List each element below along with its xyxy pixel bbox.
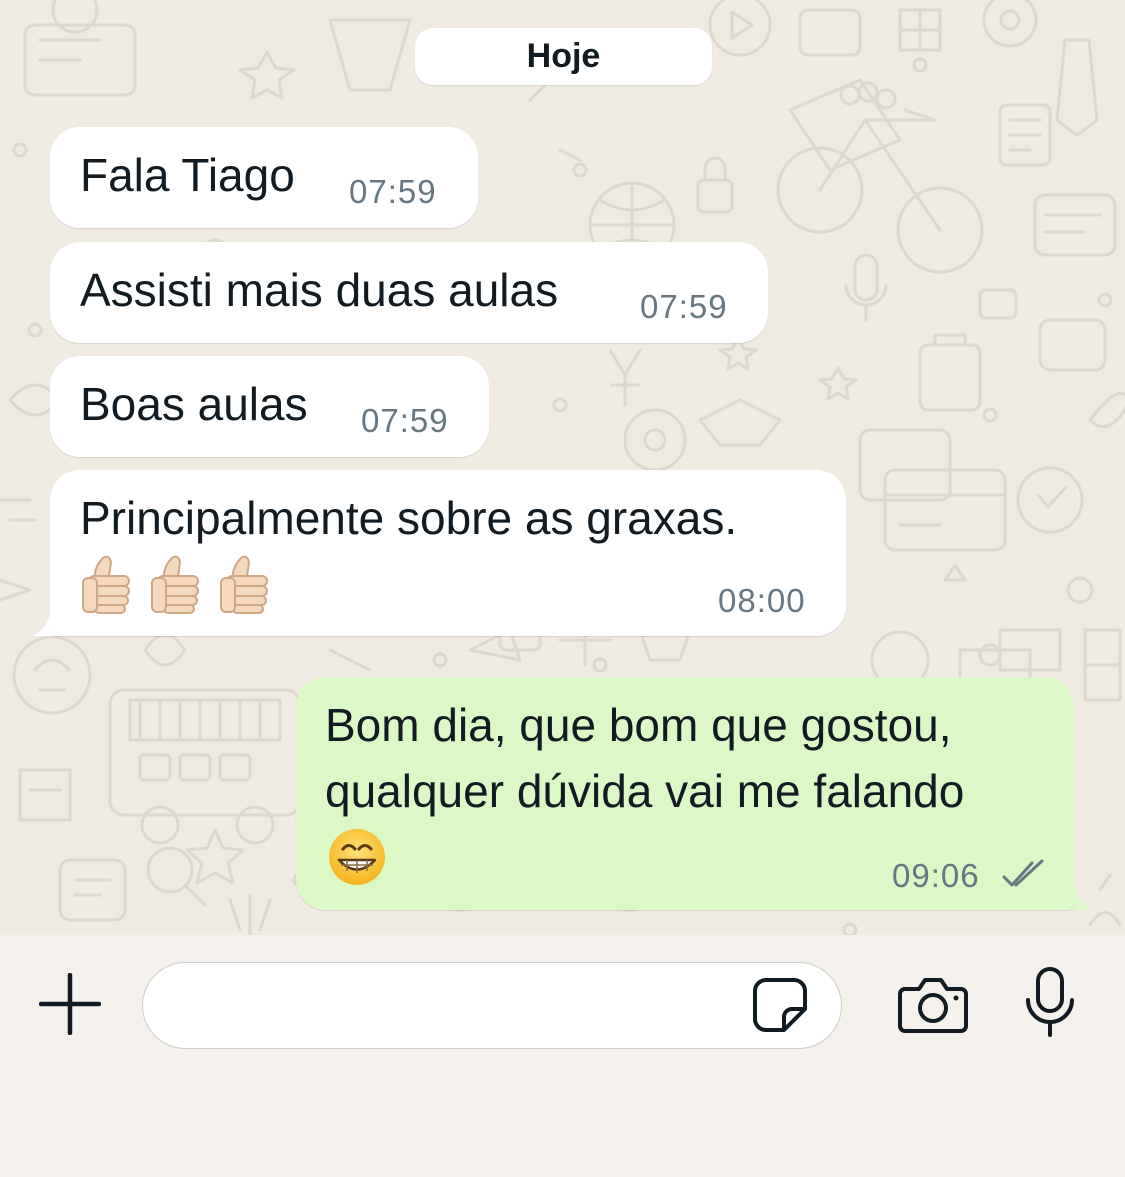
date-separator: Hoje	[415, 28, 712, 85]
incoming-message[interactable]: Principalmente sobre as graxas. 08:00	[50, 470, 846, 636]
message-text-line-2: qualquer dúvida vai me falando	[325, 765, 965, 817]
outgoing-message[interactable]: Bom dia, que bom que gostou, qualquer dú…	[296, 677, 1074, 910]
microphone-button[interactable]	[1018, 966, 1082, 1038]
message-time: 07:59	[349, 173, 437, 210]
camera-button[interactable]	[896, 972, 970, 1036]
sticker-icon	[753, 978, 807, 1032]
message-time: 07:59	[361, 402, 449, 439]
message-time: 08:00	[718, 582, 806, 619]
attach-button[interactable]	[38, 972, 102, 1036]
grinning-face-emoji	[329, 829, 385, 885]
message-time: 09:06	[892, 857, 980, 894]
chat-area[interactable]: Hoje Fala Tiago 07:59 Assisti mais duas …	[0, 0, 1125, 935]
message-input[interactable]	[142, 962, 842, 1049]
plus-icon	[39, 973, 101, 1035]
incoming-message[interactable]: Fala Tiago 07:59	[50, 127, 478, 228]
message-text-line-1: Bom dia, que bom que gostou,	[325, 699, 952, 751]
message-text: Principalmente sobre as graxas.	[80, 492, 738, 544]
incoming-message[interactable]: Assisti mais duas aulas 07:59	[50, 242, 768, 343]
thumbs-up-emoji	[151, 555, 199, 614]
microphone-icon	[1026, 967, 1074, 1037]
emoji-row	[81, 552, 279, 614]
read-receipt-icon	[1002, 859, 1044, 887]
message-time: 07:59	[640, 288, 728, 325]
thumbs-up-emoji	[220, 555, 268, 614]
sticker-button[interactable]	[750, 975, 810, 1035]
message-text: Fala Tiago	[80, 149, 295, 201]
message-text: Boas aulas	[80, 378, 308, 430]
message-text: Assisti mais duas aulas	[80, 264, 559, 316]
incoming-message[interactable]: Boas aulas 07:59	[50, 356, 489, 457]
thumbs-up-emoji	[82, 555, 130, 614]
camera-icon	[898, 978, 968, 1033]
